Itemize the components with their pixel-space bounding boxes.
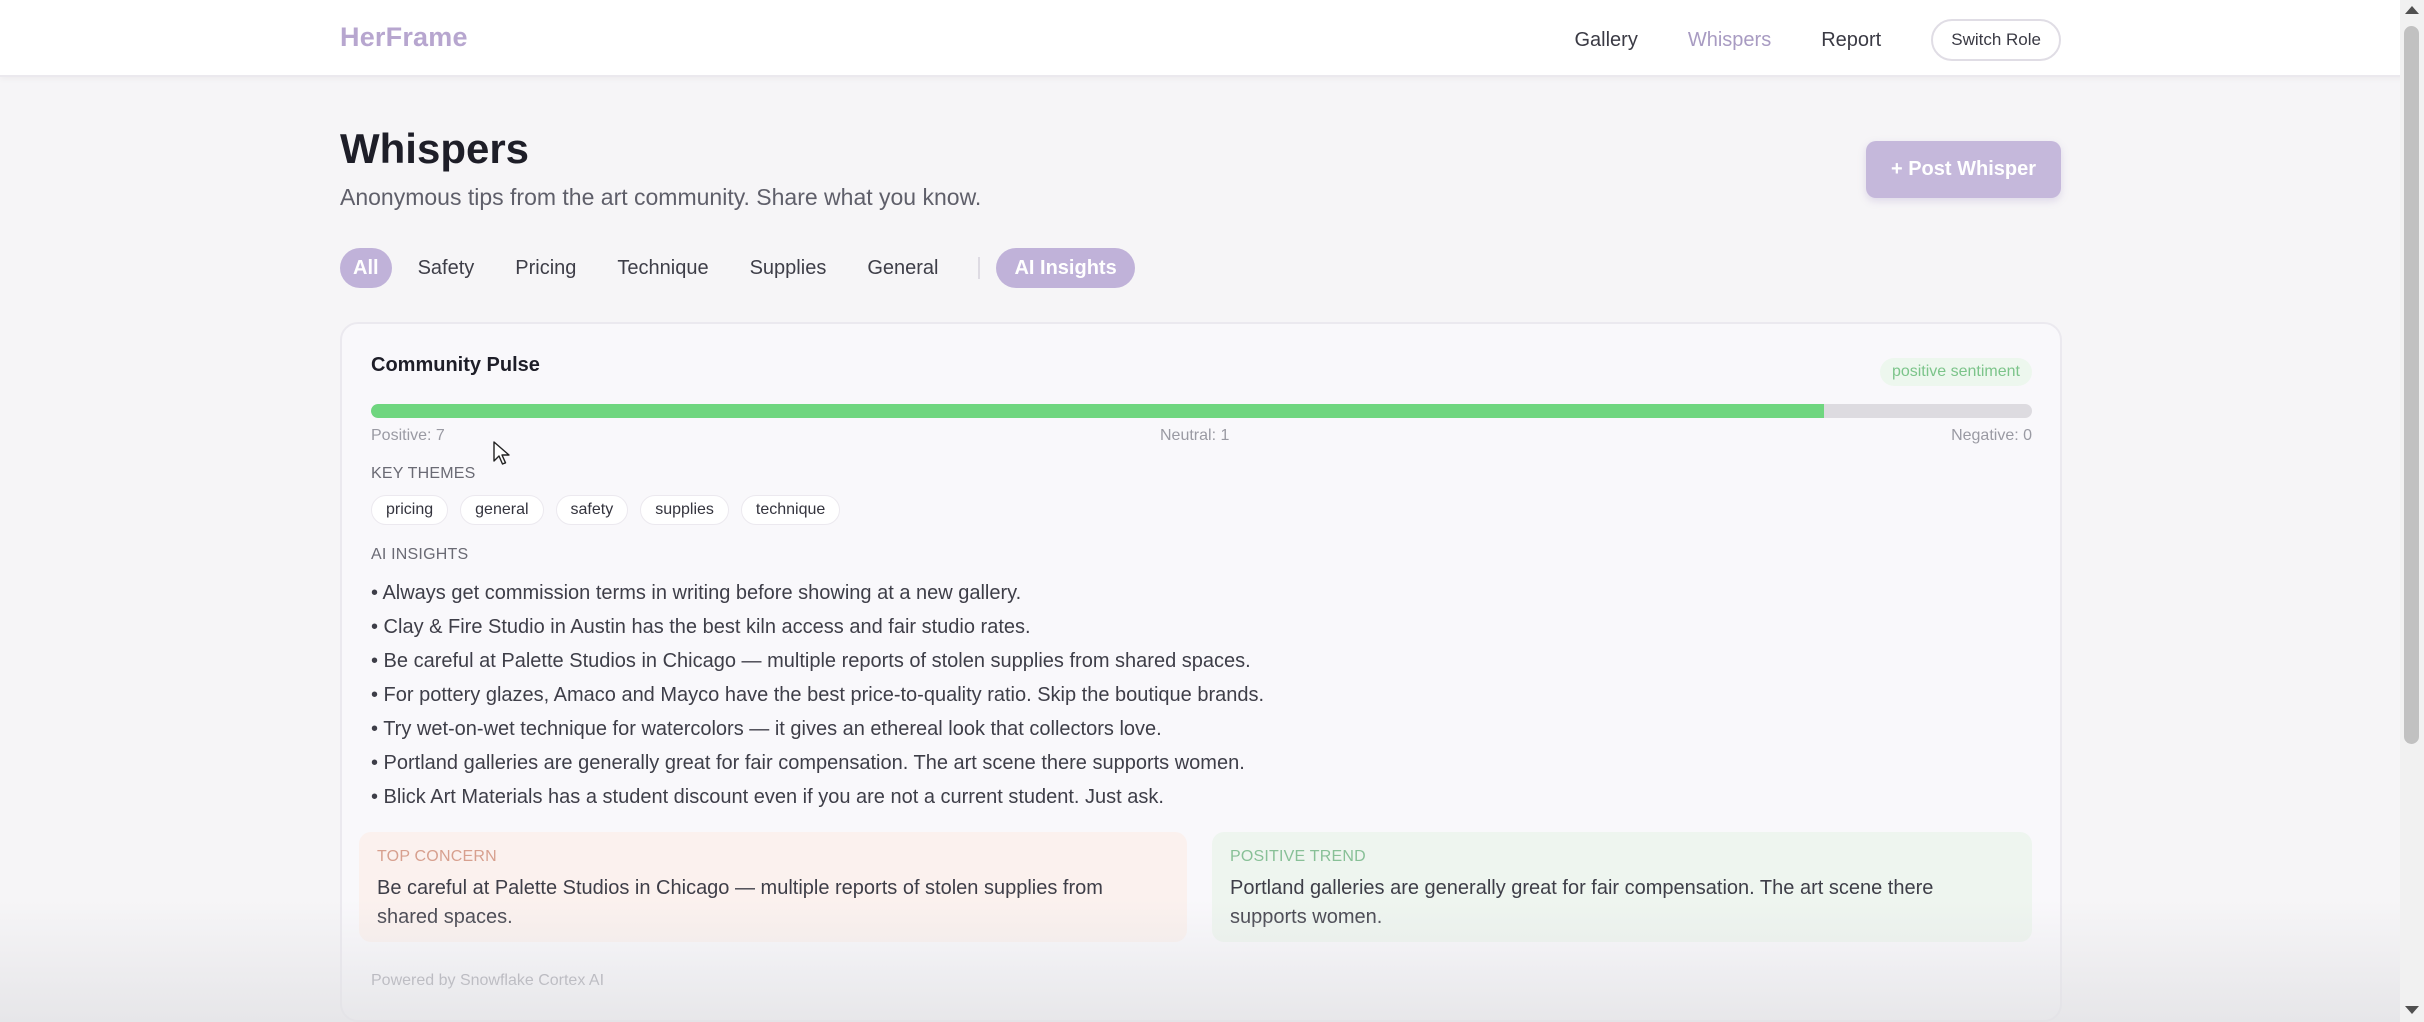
switch-role-button[interactable]: Switch Role: [1931, 19, 2061, 61]
page-title: Whispers: [340, 125, 530, 172]
nav-link-whispers[interactable]: Whispers: [1688, 29, 1771, 52]
nav-link-gallery[interactable]: Gallery: [1574, 29, 1637, 52]
sentiment-badge: positive sentiment: [1879, 358, 2032, 386]
filter-divider: [978, 257, 981, 279]
ai-insights-list: • Always get commission terms in writing…: [371, 576, 1264, 814]
positive-trend-box: POSITIVE TREND Portland galleries are ge…: [1212, 832, 2032, 942]
top-concern-text: Be careful at Palette Studios in Chicago…: [377, 877, 1103, 928]
scroll-up-arrow-icon[interactable]: [2405, 6, 2419, 14]
mouse-cursor-icon: [493, 441, 510, 465]
filter-chip-safety[interactable]: Safety: [403, 248, 490, 288]
top-nav: HerFrame Gallery Whispers Report Switch …: [0, 0, 2424, 77]
filter-chip-all[interactable]: All: [340, 248, 392, 288]
filter-chip-general[interactable]: General: [852, 248, 953, 288]
nav-links: Gallery Whispers Report Switch Role: [1524, 19, 2061, 61]
insight-item: • Try wet-on-wet technique for watercolo…: [371, 718, 1162, 740]
nav-link-report[interactable]: Report: [1821, 29, 1881, 52]
page-scrollbar[interactable]: [2400, 0, 2424, 1022]
theme-tag: general: [460, 495, 544, 525]
scrollbar-thumb[interactable]: [2404, 26, 2419, 744]
insight-item: • For pottery glazes, Amaco and Mayco ha…: [371, 684, 1265, 706]
key-themes-list: pricing general safety supplies techniqu…: [371, 495, 852, 525]
top-concern-box: TOP CONCERN Be careful at Palette Studio…: [359, 832, 1187, 942]
insight-item: • Portland galleries are generally great…: [371, 752, 1245, 774]
filter-chip-pricing[interactable]: Pricing: [500, 248, 591, 288]
filter-chip-supplies[interactable]: Supplies: [735, 248, 842, 288]
powered-by-note: Powered by Snowflake Cortex AI: [371, 972, 605, 989]
neutral-count: Neutral: 1: [1160, 427, 1230, 444]
insight-item: • Blick Art Materials has a student disc…: [371, 786, 1164, 808]
card-title: Community Pulse: [371, 354, 540, 376]
insight-item: • Be careful at Palette Studios in Chica…: [371, 650, 1251, 672]
post-whisper-button[interactable]: + Post Whisper: [1866, 141, 2061, 198]
insight-item: • Clay & Fire Studio in Austin has the b…: [371, 616, 1031, 638]
theme-tag: technique: [740, 495, 841, 525]
sentiment-bar-positive-fill: [371, 404, 1825, 418]
ai-insights-toggle[interactable]: AI Insights: [996, 248, 1135, 288]
brand-logo[interactable]: HerFrame: [340, 22, 468, 53]
theme-tag: safety: [555, 495, 629, 525]
ai-insights-label: AI INSIGHTS: [371, 546, 469, 563]
sentiment-bar: [371, 404, 2032, 418]
positive-count: Positive: 7: [371, 427, 445, 444]
theme-tag: pricing: [371, 495, 449, 525]
negative-count: Negative: 0: [1951, 427, 2032, 444]
community-pulse-card: Community Pulse positive sentiment Posit…: [340, 322, 2062, 1022]
positive-trend-text: Portland galleries are generally great f…: [1230, 877, 1934, 928]
theme-tag: supplies: [640, 495, 729, 525]
key-themes-label: KEY THEMES: [371, 465, 476, 482]
top-concern-label: TOP CONCERN: [377, 848, 497, 865]
scroll-down-arrow-icon[interactable]: [2405, 1006, 2419, 1014]
filter-chip-technique[interactable]: Technique: [602, 248, 723, 288]
page-subtitle: Anonymous tips from the art community. S…: [340, 184, 982, 210]
positive-trend-label: POSITIVE TREND: [1230, 848, 1366, 865]
category-filters: All Safety Pricing Technique Supplies Ge…: [340, 248, 1146, 288]
insight-item: • Always get commission terms in writing…: [371, 582, 1022, 604]
